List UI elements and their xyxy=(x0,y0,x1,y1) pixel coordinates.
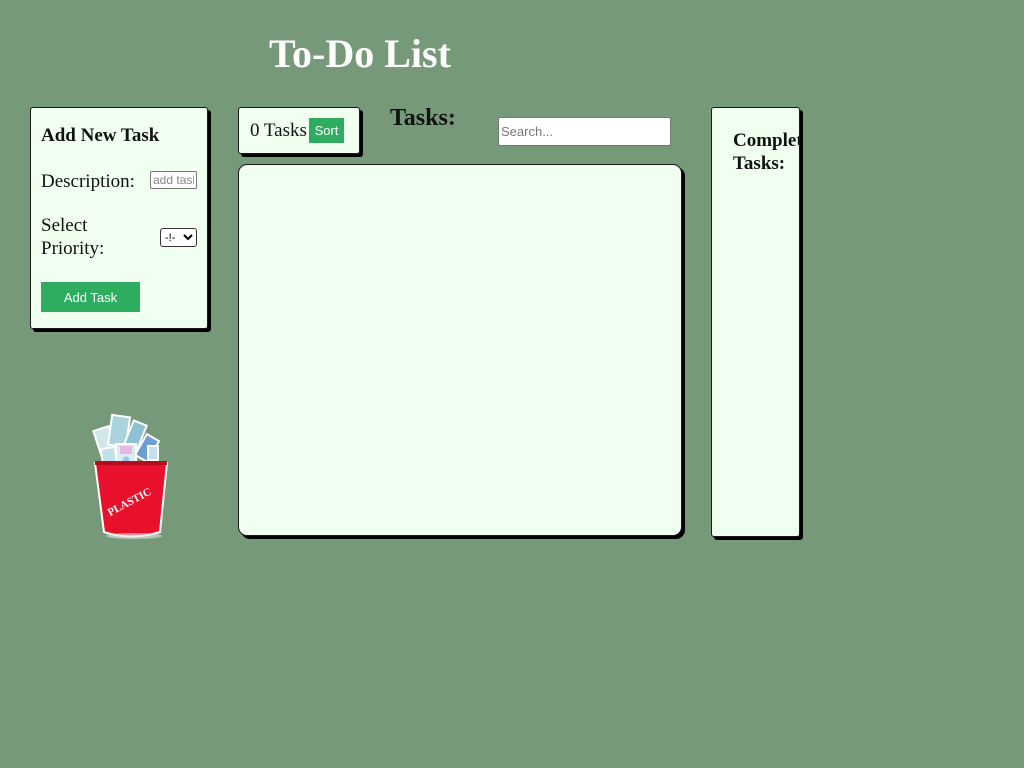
task-count-box: 0 Tasks Sort xyxy=(238,107,360,154)
tasks-heading: Tasks: xyxy=(390,105,456,131)
description-label: Description: xyxy=(41,171,135,192)
description-input[interactable] xyxy=(150,171,197,189)
completed-tasks-heading: Completed Tasks: xyxy=(733,130,799,174)
priority-select[interactable]: -!- xyxy=(160,228,197,247)
add-task-panel: Add New Task Description: Select Priorit… xyxy=(30,107,208,329)
task-list xyxy=(238,164,682,536)
priority-label: Select Priority: xyxy=(41,215,105,259)
add-task-button[interactable]: Add Task xyxy=(41,282,140,312)
sort-button[interactable]: Sort xyxy=(309,118,344,143)
completed-tasks-panel: Completed Tasks: xyxy=(711,107,800,537)
trash-contents xyxy=(92,413,161,469)
add-task-heading: Add New Task xyxy=(41,125,160,146)
page-title: To-Do List xyxy=(269,31,451,76)
task-count: 0 Tasks xyxy=(250,120,307,141)
todo-app: To-Do List Add New Task Description: Sel… xyxy=(0,0,1024,768)
trash-bin-icon[interactable]: PLASTIC xyxy=(80,408,180,560)
bin-shadow xyxy=(106,533,162,539)
search-input[interactable] xyxy=(498,117,671,146)
